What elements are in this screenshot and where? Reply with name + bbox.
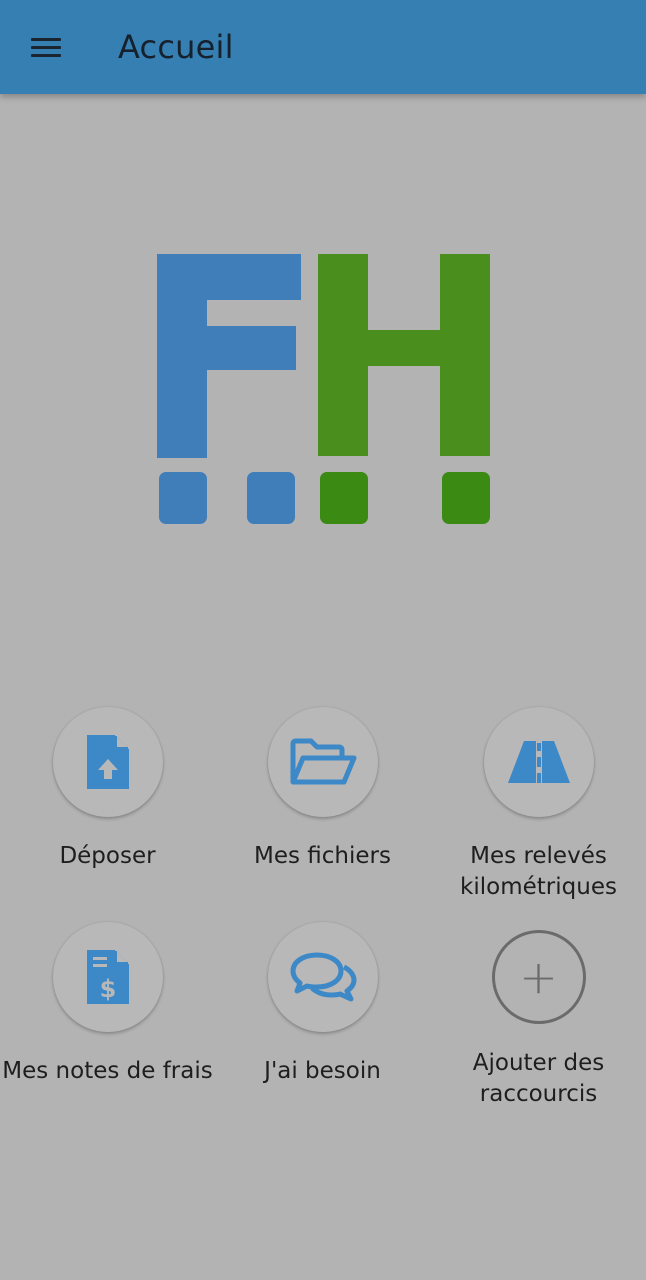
fh-logo bbox=[157, 254, 490, 524]
shortcut-label: Mes fichiers bbox=[254, 843, 391, 869]
mes-fichiers-button[interactable] bbox=[267, 707, 378, 817]
folder-open-icon bbox=[290, 738, 356, 785]
logo-dot bbox=[442, 472, 490, 524]
shortcut-deposer[interactable]: Déposer bbox=[0, 707, 215, 872]
invoice-dollar-icon: $ bbox=[86, 950, 129, 1004]
road-icon bbox=[507, 741, 570, 783]
chat-bubbles-icon bbox=[290, 952, 356, 1002]
logo-letter-f bbox=[157, 254, 301, 458]
shortcut-mes-fichiers[interactable]: Mes fichiers bbox=[215, 707, 430, 872]
add-shortcut-button[interactable]: + bbox=[491, 930, 586, 1024]
logo-dot bbox=[247, 472, 295, 524]
shortcut-notes-de-frais[interactable]: $ Mes notes de frais bbox=[0, 922, 215, 1087]
shortcut-label: Ajouter des raccourcis bbox=[472, 1050, 605, 1107]
notes-de-frais-button[interactable]: $ bbox=[52, 922, 163, 1032]
shortcut-ajouter-raccourcis[interactable]: + Ajouter des raccourcis bbox=[431, 922, 646, 1110]
app-bar: Accueil bbox=[0, 0, 646, 94]
shortcut-jai-besoin[interactable]: J'ai besoin bbox=[215, 922, 430, 1087]
jai-besoin-button[interactable] bbox=[267, 922, 378, 1032]
deposer-button[interactable] bbox=[52, 707, 163, 817]
logo-dot bbox=[320, 472, 368, 524]
svg-text:$: $ bbox=[99, 975, 116, 1003]
file-upload-icon bbox=[86, 735, 129, 789]
logo-letter-h bbox=[318, 254, 490, 456]
hamburger-menu-icon[interactable] bbox=[22, 28, 70, 68]
page-title: Accueil bbox=[118, 28, 234, 66]
shortcut-label: Mes notes de frais bbox=[2, 1058, 213, 1084]
shortcut-label: Mes relevés kilométriques bbox=[460, 843, 617, 900]
shortcut-label: J'ai besoin bbox=[264, 1058, 381, 1084]
shortcut-mes-releves[interactable]: Mes relevés kilométriques bbox=[431, 707, 646, 903]
plus-icon: + bbox=[519, 950, 558, 1004]
shortcut-label: Déposer bbox=[59, 843, 156, 869]
logo-dot bbox=[159, 472, 207, 524]
mes-releves-button[interactable] bbox=[483, 707, 594, 817]
